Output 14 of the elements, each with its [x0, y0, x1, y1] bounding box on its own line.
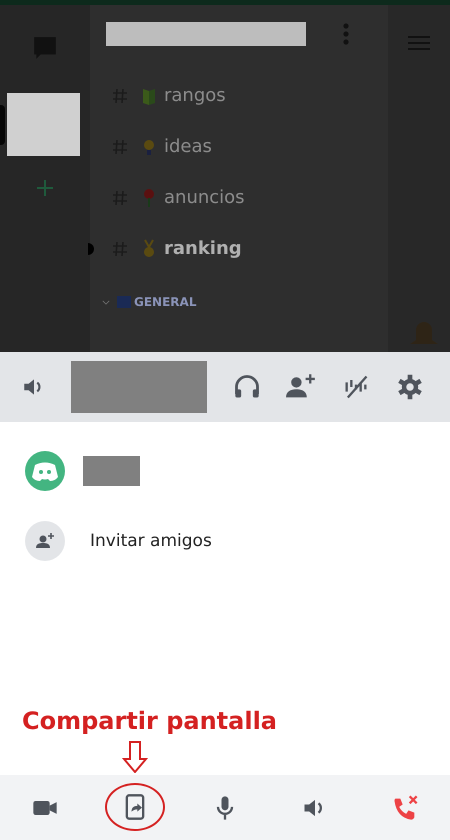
down-arrow-icon: [122, 741, 148, 773]
category-label[interactable]: GENERAL: [134, 295, 196, 309]
channel-name[interactable]: ideas: [164, 136, 212, 157]
invite-label[interactable]: Invitar amigos: [90, 531, 212, 551]
circled-button[interactable]: [105, 783, 165, 831]
discord-avatar-icon: [25, 451, 65, 491]
channel-name[interactable]: rangos: [164, 85, 226, 106]
channel-name[interactable]: ranking: [164, 238, 242, 259]
annotation-label: Compartir pantalla: [21, 707, 278, 735]
channel-name[interactable]: anuncios: [164, 187, 245, 208]
settings-icon[interactable]: [396, 373, 424, 401]
add-person-icon[interactable]: [25, 521, 65, 561]
redacted-block: [83, 456, 140, 486]
chevron-icon[interactable]: [102, 300, 110, 304]
